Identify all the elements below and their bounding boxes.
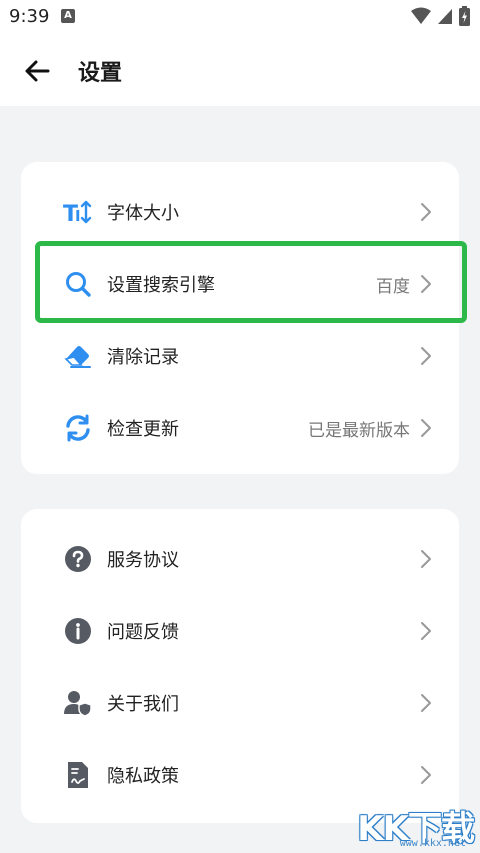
font-size-label: 字体大小	[107, 203, 179, 224]
wifi-icon	[411, 7, 431, 24]
chevron-right-icon	[421, 550, 431, 568]
refresh-icon	[62, 412, 94, 444]
search-engine-row[interactable]: 设置搜索引擎 百度	[21, 248, 459, 320]
update-status-value: 已是最新版本	[308, 420, 410, 441]
document-icon	[62, 759, 94, 791]
chevron-right-icon	[421, 622, 431, 640]
search-engine-label: 设置搜索引擎	[107, 275, 215, 296]
status-time: 9:39	[9, 6, 50, 27]
back-button[interactable]	[22, 56, 52, 86]
page-title: 设置	[78, 61, 123, 86]
arrow-left-icon	[25, 60, 50, 82]
settings-group-general: T I 字体大小 设置搜索引擎 百度 清除记录 检查更新 已是最新版本	[21, 162, 459, 474]
question-circle-icon	[62, 543, 94, 575]
service-agreement-label: 服务协议	[107, 550, 179, 571]
clear-history-row[interactable]: 清除记录	[21, 320, 459, 392]
signal-icon	[438, 9, 452, 24]
svg-text:I: I	[75, 207, 81, 225]
chevron-right-icon	[421, 419, 431, 437]
eraser-icon	[62, 340, 94, 372]
info-circle-icon	[62, 615, 94, 647]
chevron-right-icon	[421, 694, 431, 712]
watermark-url: www.kkx.net	[399, 838, 466, 849]
app-bar: 设置	[0, 34, 480, 106]
service-agreement-row[interactable]: 服务协议	[21, 523, 459, 595]
chevron-right-icon	[421, 275, 431, 293]
battery-icon	[459, 6, 470, 26]
feedback-row[interactable]: 问题反馈	[21, 595, 459, 667]
about-us-label: 关于我们	[107, 694, 179, 715]
font-size-row[interactable]: T I 字体大小	[21, 176, 459, 248]
about-us-row[interactable]: 关于我们	[21, 667, 459, 739]
user-shield-icon	[62, 687, 94, 719]
chevron-right-icon	[421, 347, 431, 365]
feedback-label: 问题反馈	[107, 622, 179, 643]
notification-badge: A	[61, 9, 75, 23]
search-icon	[62, 268, 94, 300]
chevron-right-icon	[421, 766, 431, 784]
font-size-icon: T I	[62, 196, 94, 228]
status-bar: 9:39 A	[0, 0, 480, 34]
privacy-policy-label: 隐私政策	[107, 766, 179, 787]
watermark-logo: KK下载 www.kkx.net	[354, 801, 475, 849]
clear-history-label: 清除记录	[107, 347, 179, 368]
chevron-right-icon	[421, 203, 431, 221]
check-update-row[interactable]: 检查更新 已是最新版本	[21, 392, 459, 464]
settings-group-about: 服务协议 问题反馈 关于我们 隐私政策	[21, 509, 459, 823]
check-update-label: 检查更新	[107, 419, 179, 440]
search-engine-value: 百度	[376, 276, 410, 297]
